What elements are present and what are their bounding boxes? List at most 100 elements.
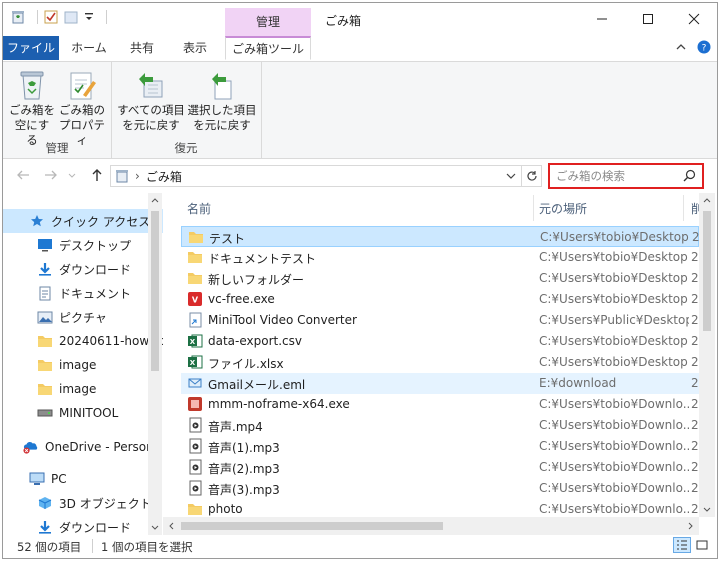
column-header-location[interactable]: 元の場所: [539, 199, 587, 219]
nav-documents[interactable]: ドキュメント: [3, 281, 163, 305]
original-location: C:¥Users¥tobio¥Desktop: [539, 334, 688, 348]
file-row[interactable]: photo C:¥Users¥tobio¥Downlo...20: [181, 499, 699, 517]
properties-check-icon[interactable]: [44, 10, 58, 24]
forward-arrow-icon[interactable]: [43, 167, 59, 183]
scroll-down-icon[interactable]: [703, 507, 711, 513]
scroll-up-icon[interactable]: [151, 197, 159, 203]
item-count: 52 個の項目: [17, 540, 82, 554]
manage-tab-header[interactable]: 管理: [225, 8, 311, 36]
nav-label: image: [59, 382, 97, 396]
nav-3d-objects[interactable]: 3D オブジェクト: [3, 491, 163, 515]
original-location: C:¥Users¥tobio¥Downlo...: [539, 418, 689, 432]
address-bar[interactable]: › ごみ箱: [110, 165, 522, 187]
separator: [37, 10, 38, 24]
nav-folder-image-2[interactable]: image: [3, 377, 163, 401]
original-location: C:¥Users¥tobio¥Downlo...: [539, 439, 689, 453]
scroll-down-icon[interactable]: [151, 525, 159, 531]
nav-onedrive[interactable]: OneDrive - Person: [3, 435, 163, 459]
restore-selected-button[interactable]: 選択した項目 を元に戻す: [187, 68, 257, 133]
file-row[interactable]: MiniTool Video Converter C:¥Users¥Public¥…: [181, 310, 699, 331]
maximize-button[interactable]: [625, 3, 671, 35]
separator: [92, 539, 93, 553]
file-row[interactable]: X ファイル.xlsx C:¥Users¥tobio¥Desktop20: [181, 352, 699, 373]
nav-downloads[interactable]: ダウンロード: [3, 257, 163, 281]
quick-access-toolbar: [11, 10, 113, 24]
address-dropdown-icon[interactable]: [505, 169, 517, 183]
file-name: ファイル.xlsx: [208, 357, 284, 371]
nav-pictures[interactable]: ピクチャ: [3, 305, 163, 329]
scroll-up-icon[interactable]: [703, 197, 711, 203]
up-arrow-icon[interactable]: [89, 167, 105, 183]
bin-properties-button[interactable]: ごみ箱の プロパティ: [57, 68, 107, 148]
nav-desktop[interactable]: デスクトップ: [3, 233, 163, 257]
help-icon[interactable]: ?: [697, 40, 711, 54]
close-icon: [688, 13, 700, 25]
file-row[interactable]: ドキュメントテスト C:¥Users¥tobio¥Desktop20: [181, 247, 699, 268]
file-row[interactable]: Vvc-free.exe C:¥Users¥tobio¥Desktop20: [181, 289, 699, 310]
empty-recycle-bin-button[interactable]: ごみ箱を 空にする: [9, 68, 55, 148]
original-location: C:¥Users¥tobio¥Downlo...: [539, 502, 689, 516]
maximize-icon: [643, 14, 653, 24]
file-row[interactable]: Gmailメール.eml E:¥download 20: [181, 373, 699, 394]
column-header-name[interactable]: 名前: [187, 199, 211, 219]
horizontal-scrollbar[interactable]: [163, 517, 699, 535]
vc-app-icon: V: [187, 291, 203, 307]
file-row[interactable]: 音声(1).mp3 C:¥Users¥tobio¥Downlo...20: [181, 436, 699, 457]
file-row[interactable]: 音声(2).mp3 C:¥Users¥tobio¥Downlo...20: [181, 457, 699, 478]
nav-scrollbar[interactable]: [148, 193, 162, 535]
nav-quick-access[interactable]: クイック アクセス: [3, 209, 163, 233]
tab-recycle-bin-tools[interactable]: ごみ箱ツール: [225, 36, 311, 60]
search-box[interactable]: [548, 163, 704, 189]
column-header-deleted-date[interactable]: 削: [691, 199, 699, 219]
search-icon[interactable]: [683, 169, 696, 182]
recent-locations-chevron-icon[interactable]: [67, 171, 77, 181]
restore-all-icon: [139, 73, 163, 98]
file-name: data-export.csv: [208, 334, 302, 348]
horizontal-scroll-thumb[interactable]: [181, 522, 443, 530]
nav-minitool-drive[interactable]: MINITOOL: [3, 401, 163, 425]
restore-group: すべての項目 を元に戻す 選択した項目 を元に戻す 復元: [111, 62, 262, 158]
file-list-scrollbar[interactable]: [699, 193, 715, 517]
new-folder-icon[interactable]: [64, 10, 78, 24]
nav-label: MINITOOL: [59, 406, 119, 420]
customize-dropdown-icon[interactable]: [84, 12, 94, 22]
file-list-scroll-thumb[interactable]: [703, 211, 711, 331]
nav-pc[interactable]: PC: [3, 467, 163, 491]
nav-scroll-thumb[interactable]: [151, 211, 159, 371]
file-row[interactable]: 新しいフォルダー C:¥Users¥tobio¥Desktop...20: [181, 268, 699, 289]
scroll-right-icon[interactable]: [688, 522, 694, 530]
address-row: › ごみ箱: [3, 161, 717, 191]
deleted-date: 20: [691, 250, 699, 264]
navigation-pane: クイック アクセス デスクトップ ダウンロード ドキュメント ピクチャ 2024…: [3, 193, 163, 535]
nav-downloads-pc[interactable]: ダウンロード: [3, 515, 163, 535]
nav-label: OneDrive - Person: [45, 440, 154, 454]
nav-folder-20240611[interactable]: 20240611-how-to: [3, 329, 163, 353]
close-button[interactable]: [671, 3, 717, 35]
column-divider[interactable]: [533, 195, 534, 221]
restore-all-button[interactable]: すべての項目 を元に戻す: [117, 68, 185, 133]
back-arrow-icon[interactable]: [15, 167, 31, 183]
deleted-date: 20: [691, 376, 699, 390]
large-icons-view-button[interactable]: [693, 537, 711, 553]
breadcrumb[interactable]: ごみ箱: [146, 168, 182, 185]
title-bar: 管理 ごみ箱: [3, 3, 717, 36]
chevron-up-icon[interactable]: [675, 41, 687, 53]
file-row[interactable]: テスト C:¥Users¥tobio¥Desktop20: [181, 226, 699, 247]
scroll-left-icon[interactable]: [168, 522, 174, 530]
tab-home[interactable]: ホーム: [61, 36, 117, 60]
refresh-button[interactable]: [522, 165, 542, 187]
separator: [106, 10, 107, 24]
search-input[interactable]: [556, 169, 676, 183]
details-view-button[interactable]: [673, 537, 691, 553]
file-row[interactable]: Xdata-export.csv C:¥Users¥tobio¥Desktop20: [181, 331, 699, 352]
tab-view[interactable]: 表示: [169, 36, 221, 60]
file-row[interactable]: 音声(3).mp3 C:¥Users¥tobio¥Downlo...20: [181, 478, 699, 499]
tab-file[interactable]: ファイル: [3, 36, 59, 60]
column-divider[interactable]: [683, 195, 684, 221]
nav-folder-image[interactable]: image: [3, 353, 163, 377]
file-row[interactable]: 音声.mp4 C:¥Users¥tobio¥Downlo...20: [181, 415, 699, 436]
file-row[interactable]: mmm-noframe-x64.exe C:¥Users¥tobio¥Downlo…: [181, 394, 699, 415]
download-icon: [37, 261, 53, 277]
minimize-button[interactable]: [579, 3, 625, 35]
tab-share[interactable]: 共有: [117, 36, 167, 60]
